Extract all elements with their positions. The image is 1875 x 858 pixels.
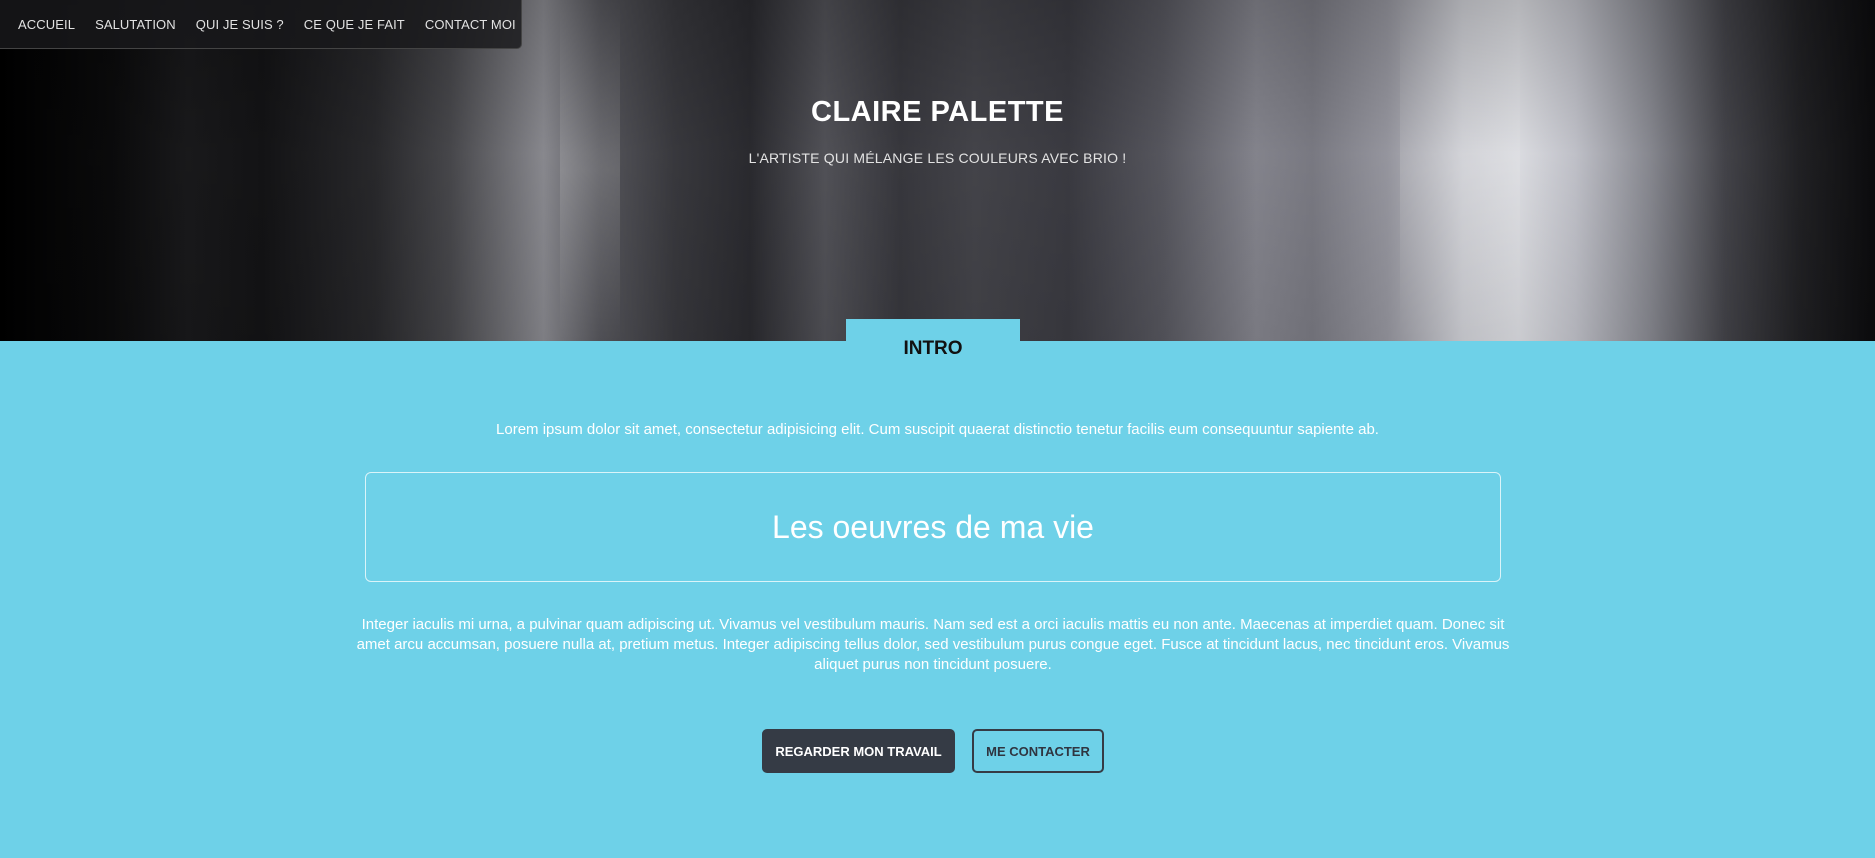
intro-lead-text: Lorem ipsum dolor sit amet, consectetur … [496, 421, 1379, 438]
nav-item-contact-moi[interactable]: CONTACT MOI [425, 17, 516, 32]
intro-body-text: Integer iaculis mi urna, a pulvinar quam… [356, 616, 1510, 673]
hero-background-shade [0, 0, 1875, 341]
nav-item-salutation[interactable]: SALUTATION [95, 17, 176, 32]
view-work-button[interactable]: REGARDER MON TRAVAIL [762, 729, 955, 773]
hero-subtitle: L'ARTISTE QUI MÉLANGE LES COULEURS AVEC … [748, 150, 1127, 166]
nav-item-accueil[interactable]: ACCUEIL [18, 17, 75, 32]
contact-me-button[interactable]: ME CONTACTER [972, 729, 1104, 773]
hero-banner: ACCUEIL SALUTATION QUI JE SUIS ? CE QUE … [0, 0, 1875, 341]
intro-section-tab: INTRO [846, 319, 1020, 359]
nav-item-qui-je-suis[interactable]: QUI JE SUIS ? [196, 17, 284, 32]
works-heading: Les oeuvres de ma vie [772, 508, 1094, 545]
top-navigation: ACCUEIL SALUTATION QUI JE SUIS ? CE QUE … [0, 0, 522, 49]
nav-item-ce-que-je-fait[interactable]: CE QUE JE FAIT [304, 17, 405, 32]
hero-title: CLAIRE PALETTE [811, 96, 1064, 128]
works-heading-box: Les oeuvres de ma vie [365, 472, 1501, 582]
